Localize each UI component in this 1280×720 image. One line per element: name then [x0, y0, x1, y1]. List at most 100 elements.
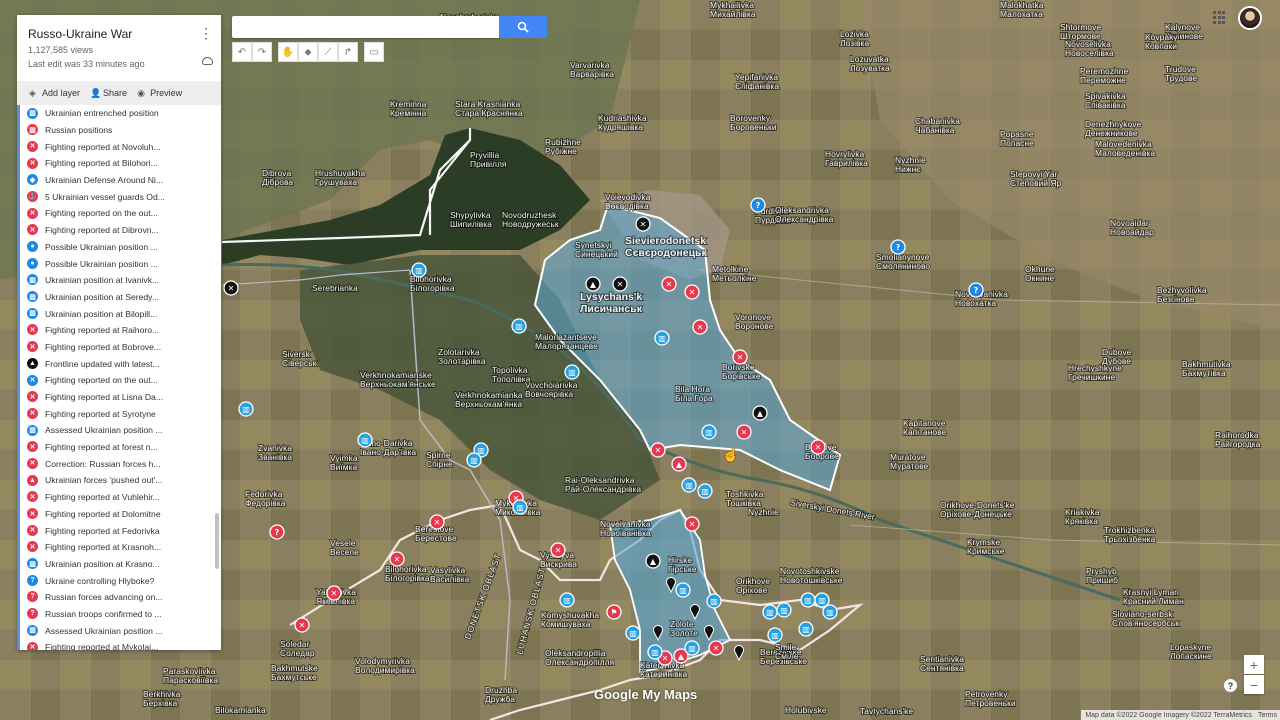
crossed-swords-icon[interactable]: ✕	[692, 319, 708, 335]
fort-icon[interactable]: ▥	[675, 582, 691, 598]
fort-icon[interactable]: ▥	[411, 262, 427, 278]
fort-icon[interactable]: ▥	[800, 592, 816, 608]
crossed-swords-icon[interactable]: ✕	[389, 551, 405, 567]
legend-item[interactable]: ✕ Fighting reported on the out...	[20, 205, 215, 222]
fort-icon[interactable]: ▥	[564, 364, 580, 380]
question-icon[interactable]: ?	[890, 239, 906, 255]
question-icon[interactable]: ?	[750, 197, 766, 213]
legend-item[interactable]: ▲ Frontline updated with latest...	[20, 355, 215, 372]
question-icon[interactable]: ?	[968, 282, 984, 298]
zoom-out-button[interactable]: −	[1244, 675, 1264, 694]
legend-item[interactable]: ▥ Ukrainian entrenched position	[20, 105, 215, 122]
undo-button[interactable]: ↶	[232, 42, 252, 62]
fort-icon[interactable]: ▥	[701, 424, 717, 440]
legend-item[interactable]: ◆ Ukrainian Defense Around Ni...	[20, 172, 215, 189]
legend-item[interactable]: ✕ Fighting reported at forest n...	[20, 439, 215, 456]
apps-grid-icon[interactable]	[1213, 11, 1227, 25]
fort-icon[interactable]: ▥	[647, 644, 663, 660]
share-button[interactable]: 👤 Share	[90, 88, 127, 98]
panel-scrollbar[interactable]	[215, 513, 219, 569]
warning-icon[interactable]: ▲	[671, 456, 687, 472]
crossed-swords-icon[interactable]: ✕	[429, 514, 445, 530]
warning-icon[interactable]: ▲	[752, 405, 768, 421]
crossed-swords-icon[interactable]: ✕	[684, 516, 700, 532]
legend-item[interactable]: ● Possible Ukrainian position ...	[20, 239, 215, 256]
legend-item[interactable]: ✕ Correction: Russian forces h...	[20, 455, 215, 472]
directions-button[interactable]: ↱	[338, 42, 358, 62]
terms-link[interactable]: Terms	[1258, 712, 1277, 719]
legend-item[interactable]: ● Possible Ukrainian position ...	[20, 255, 215, 272]
legend-item[interactable]: ▥ Ukrainian position at Bilopill...	[20, 305, 215, 322]
crossed-swords-icon[interactable]: ✕	[223, 280, 239, 296]
fort-icon[interactable]: ▥	[814, 592, 830, 608]
add-marker-button[interactable]: ⬥	[298, 42, 318, 62]
fort-icon[interactable]: ▥	[238, 401, 254, 417]
legend-item[interactable]: ▥ Ukrainian position at Ivanivk...	[20, 272, 215, 289]
fort-icon[interactable]: ▥	[357, 432, 373, 448]
legend-item[interactable]: ? Russian troops confirmed to ...	[20, 606, 215, 623]
legend-item[interactable]: ✕ Fighting reported on the out...	[20, 372, 215, 389]
legend-item[interactable]: ▥ Ukrainian position at Krasno...	[20, 556, 215, 573]
crossed-swords-icon[interactable]: ✕	[736, 424, 752, 440]
legend-item[interactable]: ✕ Fighting reported at Dolomitne	[20, 506, 215, 523]
measure-button[interactable]: ▭	[364, 42, 384, 62]
fort-icon[interactable]: ▥	[706, 593, 722, 609]
more-options-icon[interactable]: ⋮	[199, 25, 213, 42]
question-icon[interactable]: ?	[269, 524, 285, 540]
fort-icon[interactable]: ▥	[684, 640, 700, 656]
crossed-swords-icon[interactable]: ✕	[326, 585, 342, 601]
fort-icon[interactable]: ▥	[776, 602, 792, 618]
legend-item[interactable]: ✕ Fighting reported at Lisna Da...	[20, 389, 215, 406]
legend-item[interactable]: ✕ Fighting reported at Vuhlehir...	[20, 489, 215, 506]
legend-item[interactable]: ✕ Fighting reported at Novoluh...	[20, 138, 215, 155]
pan-hand-button[interactable]: ✋	[278, 42, 298, 62]
crossed-swords-icon[interactable]: ✕	[661, 276, 677, 292]
legend-item[interactable]: ✕ Fighting reported at Syrotyne	[20, 405, 215, 422]
fort-icon[interactable]: ▥	[697, 483, 713, 499]
map-title[interactable]: Russo-Ukraine War	[28, 27, 211, 41]
draw-line-button[interactable]: ⟋	[318, 42, 338, 62]
crossed-swords-icon[interactable]: ✕	[612, 276, 628, 292]
fort-icon[interactable]: ▥	[762, 604, 778, 620]
flag-icon[interactable]: ⚑	[606, 604, 622, 620]
warning-icon[interactable]: ▲	[645, 553, 661, 569]
crossed-swords-icon[interactable]: ✕	[732, 349, 748, 365]
search-button[interactable]	[499, 16, 547, 38]
legend-item[interactable]: ? Russian forces advancing on...	[20, 589, 215, 606]
crossed-swords-icon[interactable]: ✕	[684, 284, 700, 300]
crossed-swords-icon[interactable]: ✕	[294, 617, 310, 633]
crossed-swords-icon[interactable]: ✕	[650, 442, 666, 458]
zoom-in-button[interactable]: +	[1244, 655, 1264, 674]
fort-icon[interactable]: ▥	[559, 592, 575, 608]
fort-icon[interactable]: ▥	[822, 604, 838, 620]
legend-item[interactable]: ✕ Fighting reported at Fedorivka	[20, 522, 215, 539]
fort-icon[interactable]: ▥	[625, 625, 641, 641]
fort-icon[interactable]: ▥	[681, 477, 697, 493]
crossed-swords-icon[interactable]: ✕	[708, 640, 724, 656]
help-icon[interactable]: ?	[1224, 679, 1237, 692]
legend-item[interactable]: ▥ Russian positions	[20, 122, 215, 139]
crossed-swords-icon[interactable]: ✕	[635, 216, 651, 232]
warning-icon[interactable]: ▲	[585, 276, 601, 292]
search-input[interactable]	[232, 16, 500, 38]
legend-item[interactable]: ✕ Fighting reported at Bobrove...	[20, 339, 215, 356]
legend-item[interactable]: ✕ Fighting reported at Krasnoh...	[20, 539, 215, 556]
fort-icon[interactable]: ▥	[798, 621, 814, 637]
avatar[interactable]	[1238, 6, 1262, 30]
redo-button[interactable]: ↷	[252, 42, 272, 62]
legend-item[interactable]: ⚓ 5 Ukrainian vessel guards Od...	[20, 188, 215, 205]
add-layer-button[interactable]: ◈ Add layer	[29, 88, 80, 98]
legend-item[interactable]: ▥ Ukrainian position at Seredy...	[20, 289, 215, 306]
fort-icon[interactable]: ▥	[654, 330, 670, 346]
legend-item[interactable]: ? Ukraine controlling Hlyboke?	[20, 572, 215, 589]
legend-item[interactable]: ▥ Assessed Ukrainian position ...	[20, 622, 215, 639]
legend-item[interactable]: ✕ Fighting reported at Dibrovn...	[20, 222, 215, 239]
crossed-swords-icon[interactable]: ✕	[550, 542, 566, 558]
preview-button[interactable]: ◉ Preview	[137, 88, 182, 98]
legend-item[interactable]: ✕ Fighting reported at Mykolai...	[20, 639, 215, 650]
fort-icon[interactable]: ▥	[512, 499, 528, 515]
legend-item[interactable]: ▲ Ukrainian forces 'pushed out'...	[20, 472, 215, 489]
legend-item[interactable]: ✕ Fighting reported at Raihoro...	[20, 322, 215, 339]
legend-item[interactable]: ✕ Fighting reported at Bilohori...	[20, 155, 215, 172]
fort-icon[interactable]: ▥	[511, 318, 527, 334]
